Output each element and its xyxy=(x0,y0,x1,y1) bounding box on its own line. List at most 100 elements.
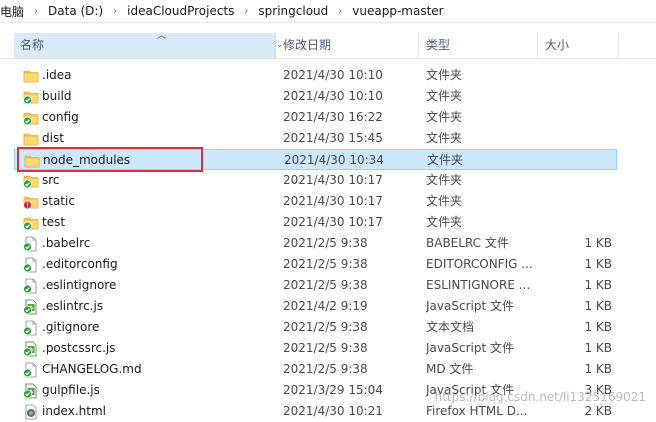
file-row[interactable]: build 2021/4/30 10:10 文件夹 xyxy=(14,86,617,107)
chevron-right-icon[interactable]: › xyxy=(328,6,352,17)
column-header-type[interactable]: 类型 xyxy=(420,33,538,58)
file-row[interactable]: config 2021/4/30 16:22 文件夹 xyxy=(14,107,617,128)
folder-sync-ok-icon xyxy=(23,110,39,126)
file-modified-date: 2021/4/30 10:17 xyxy=(283,194,383,208)
file-modified-date: 2021/2/5 9:38 xyxy=(283,362,368,376)
file-row-icon-cell xyxy=(23,317,39,338)
column-header-row: 名称 ︿ ⌄ 修改日期 类型 大小 xyxy=(0,31,656,59)
folder-sync-ok-icon xyxy=(23,89,39,105)
file-row[interactable]: .idea 2021/4/30 10:10 文件夹 xyxy=(14,65,617,86)
file-size xyxy=(534,107,612,128)
file-size: 1 KB xyxy=(584,257,612,271)
chevron-right-icon[interactable]: › xyxy=(24,6,48,17)
file-size: 1 KB xyxy=(584,341,612,355)
file-size: 1 KB xyxy=(584,299,612,313)
file-row-icon-cell xyxy=(23,380,39,401)
file-row[interactable]: test 2021/4/30 10:17 文件夹 xyxy=(14,212,617,233)
file-row-icon-cell xyxy=(23,254,39,275)
file-type: 文件夹 xyxy=(426,173,463,187)
file-sync-ok-icon xyxy=(23,236,39,252)
file-row-icon-cell xyxy=(23,86,39,107)
file-modified-date: 2021/4/30 10:17 xyxy=(283,173,383,187)
breadcrumb-item[interactable]: 电脑 xyxy=(0,3,24,20)
chevron-right-icon[interactable]: › xyxy=(103,6,127,17)
file-type: 文件夹 xyxy=(426,215,463,229)
file-type: ESLINTIGNORE ... xyxy=(426,278,531,292)
file-size: 1 KB xyxy=(584,362,612,376)
column-header-type-label: 类型 xyxy=(426,38,451,52)
folder-conflict-icon xyxy=(23,194,39,210)
file-modified-date: 2021/2/5 9:38 xyxy=(283,278,368,292)
file-type: 文件夹 xyxy=(427,153,464,167)
file-row-icon-cell xyxy=(23,107,39,128)
file-row[interactable]: src 2021/4/30 10:17 文件夹 xyxy=(14,170,617,191)
file-modified-date: 2021/2/5 9:38 xyxy=(283,320,368,334)
file-modified-date: 2021/4/30 15:45 xyxy=(283,131,383,145)
column-header-name-label: 名称 xyxy=(20,38,45,52)
file-name: .editorconfig xyxy=(42,257,118,271)
folder-sync-ok-icon xyxy=(23,215,39,231)
file-type: 文件夹 xyxy=(426,131,463,145)
file-name: .eslintignore xyxy=(42,278,117,292)
file-size: 1 KB xyxy=(584,236,612,250)
column-header-date[interactable]: 修改日期 xyxy=(277,33,419,58)
column-header-date-label: 修改日期 xyxy=(283,38,332,52)
file-row[interactable]: .gitignore 2021/2/5 9:38 文本文档 1 KB xyxy=(14,317,617,338)
folder-icon xyxy=(23,68,39,83)
column-header-size-label: 大小 xyxy=(545,38,570,52)
file-modified-date: 2021/3/29 15:04 xyxy=(283,383,383,397)
file-row[interactable]: .postcssrc.js 2021/2/5 9:38 JavaScript 文件 1… xyxy=(14,338,617,359)
file-name: src xyxy=(42,173,60,187)
file-size xyxy=(534,212,612,233)
breadcrumb-item[interactable]: ideaCloudProjects xyxy=(127,4,234,18)
file-modified-date: 2021/4/30 10:17 xyxy=(283,215,383,229)
file-name: .eslintrc.js xyxy=(42,299,104,313)
file-size xyxy=(534,170,612,191)
file-sync-ok-icon xyxy=(23,278,39,294)
file-row-icon-cell xyxy=(23,233,39,254)
file-modified-date: 2021/4/30 10:10 xyxy=(283,89,383,103)
file-row-icon-cell xyxy=(23,296,39,317)
file-size xyxy=(535,150,613,171)
file-row-icon-cell xyxy=(23,275,39,296)
file-row-icon-cell xyxy=(24,150,40,171)
file-row-icon-cell xyxy=(23,191,39,212)
file-row-icon-cell xyxy=(23,128,39,149)
file-name: config xyxy=(42,110,79,124)
file-type: EDITORCONFIG ... xyxy=(426,257,533,271)
file-row[interactable]: .eslintrc.js 2021/4/2 9:19 JavaScript 文件 1 … xyxy=(14,296,617,317)
file-size xyxy=(534,86,612,107)
file-sync-ok-icon xyxy=(23,362,39,378)
file-row[interactable]: dist 2021/4/30 15:45 文件夹 xyxy=(14,128,617,149)
file-modified-date: 2021/2/5 9:38 xyxy=(283,341,368,355)
file-modified-date: 2021/2/5 9:38 xyxy=(283,257,368,271)
breadcrumb-item[interactable]: Data (D:) xyxy=(48,4,103,18)
column-header-size[interactable]: 大小 xyxy=(539,33,619,58)
file-name: node_modules xyxy=(43,153,131,167)
file-row[interactable]: .eslintignore 2021/2/5 9:38 ESLINTIGNORE .… xyxy=(14,275,617,296)
file-row[interactable]: .babelrc 2021/2/5 9:38 BABELRC 文件 1 KB xyxy=(14,233,617,254)
file-modified-date: 2021/4/30 16:22 xyxy=(283,110,383,124)
file-sync-ok-icon xyxy=(23,320,39,336)
breadcrumb: 电脑 › Data (D:) › ideaCloudProjects › springclo… xyxy=(0,0,656,23)
file-name: dist xyxy=(42,131,64,145)
js-file-sync-ok-icon xyxy=(23,341,39,357)
file-name: test xyxy=(42,215,66,229)
js-file-sync-ok-icon xyxy=(23,299,39,315)
file-name: CHANGELOG.md xyxy=(42,362,142,376)
file-name: .postcssrc.js xyxy=(42,341,116,355)
file-row[interactable]: static 2021/4/30 10:17 文件夹 xyxy=(14,191,617,212)
breadcrumb-item[interactable]: springcloud xyxy=(258,4,328,18)
sort-ascending-icon: ︿ xyxy=(157,31,167,41)
file-row[interactable]: .editorconfig 2021/2/5 9:38 EDITORCONFIG .… xyxy=(14,254,617,275)
file-sync-ok-icon xyxy=(23,257,39,273)
file-size: 1 KB xyxy=(584,278,612,292)
column-header-name[interactable]: 名称 ︿ ⌄ xyxy=(14,31,284,58)
folder-icon xyxy=(24,153,40,168)
file-modified-date: 2021/4/30 10:10 xyxy=(283,68,383,82)
chevron-right-icon[interactable]: › xyxy=(234,6,258,17)
file-row[interactable]: CHANGELOG.md 2021/2/5 9:38 MD 文件 1 KB xyxy=(14,359,617,380)
js-file-sync-ok-icon xyxy=(23,383,39,399)
file-row[interactable]: node_modules 2021/4/30 10:34 文件夹 xyxy=(14,149,617,170)
breadcrumb-item[interactable]: vueapp-master xyxy=(352,4,443,18)
